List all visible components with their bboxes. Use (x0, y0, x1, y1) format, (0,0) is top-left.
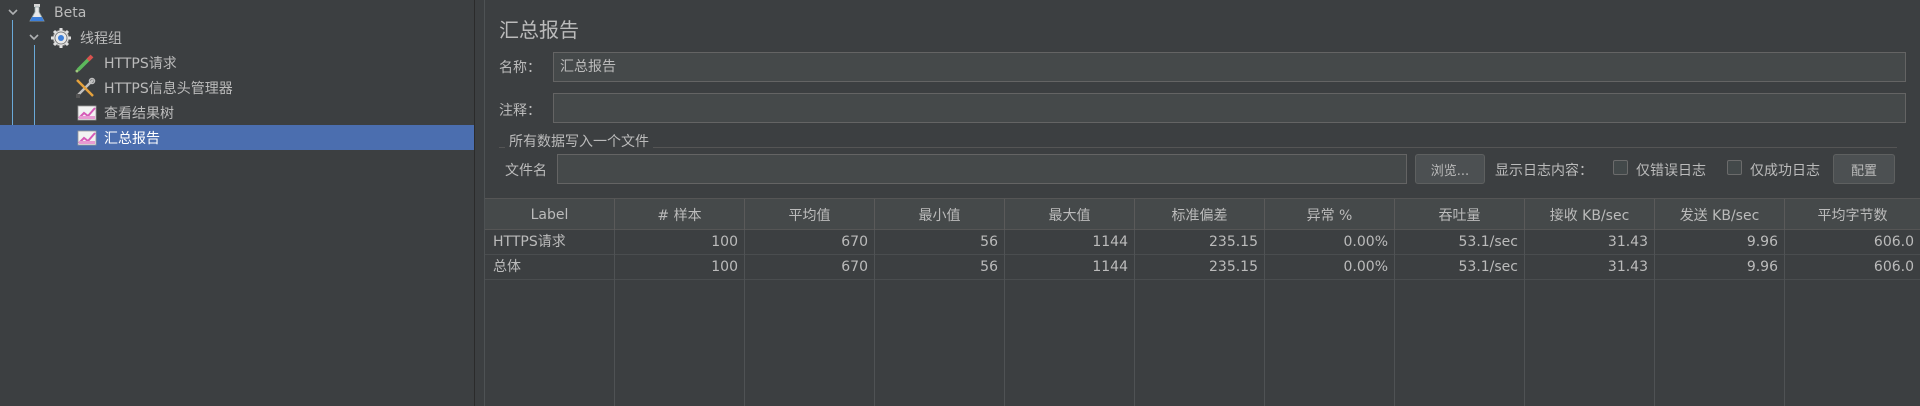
test-plan-tree: Beta 线程组 HTTPS请求 HTTPS信息头管理器 查看结果树 汇总报告 (0, 0, 474, 406)
chart-icon (77, 105, 97, 121)
column-header-std-dev[interactable]: 标准偏差 (1135, 199, 1265, 230)
comment-field[interactable] (553, 93, 1906, 123)
column-divider (614, 230, 615, 406)
column-header-avg-bytes[interactable]: 平均字节数 (1785, 199, 1920, 230)
column-divider (1524, 230, 1525, 406)
tree-node-header-manager[interactable]: HTTPS信息头管理器 (0, 75, 474, 100)
table-cell: 0.00% (1265, 255, 1395, 280)
filename-label: 文件名 (505, 163, 547, 179)
wrench-icon (76, 77, 96, 98)
column-divider (1004, 230, 1005, 406)
table-cell: 31.43 (1525, 230, 1655, 255)
table-cell: HTTPS请求 (485, 230, 615, 255)
column-header-sent[interactable]: 发送 KB/sec (1655, 199, 1785, 230)
success-only-checkbox[interactable] (1727, 160, 1742, 175)
table-cell: 总体 (485, 255, 615, 280)
errors-only-checkbox[interactable] (1613, 160, 1628, 175)
column-header-average[interactable]: 平均值 (745, 199, 875, 230)
group-border (499, 147, 1897, 148)
table-cell: 53.1/sec (1395, 230, 1525, 255)
table-row[interactable]: HTTPS请求 100 670 56 1144 235.15 0.00% 53.… (485, 230, 1920, 255)
errors-only-label: 仅错误日志 (1636, 163, 1706, 179)
column-divider (1264, 230, 1265, 406)
column-header-label[interactable]: Label (485, 199, 615, 230)
column-divider (1134, 230, 1135, 406)
success-only-label: 仅成功日志 (1750, 163, 1820, 179)
column-header-throughput[interactable]: 吞吐量 (1395, 199, 1525, 230)
tree-node-beta[interactable]: Beta (0, 0, 474, 25)
table-cell: 235.15 (1135, 230, 1265, 255)
pipette-icon (75, 54, 94, 73)
tree-node-label: 汇总报告 (104, 130, 160, 147)
table-cell: 100 (615, 255, 745, 280)
chart-icon (77, 130, 97, 146)
tree-node-label: 查看结果树 (104, 105, 174, 122)
column-header-min[interactable]: 最小值 (875, 199, 1005, 230)
summary-report-panel: 汇总报告 名称： 汇总报告 注释： 所有数据写入一个文件 文件名 浏览... 显… (485, 0, 1920, 406)
split-pane-divider[interactable] (474, 0, 475, 406)
log-content-label: 显示日志内容： (1495, 163, 1593, 179)
tree-node-label: 线程组 (80, 30, 122, 47)
summary-table: Label # 样本 平均值 最小值 最大值 标准偏差 异常 % 吞吐量 接收 … (485, 198, 1920, 406)
browse-button[interactable]: 浏览... (1415, 154, 1485, 184)
column-header-samples[interactable]: # 样本 (615, 199, 745, 230)
flask-icon (29, 4, 45, 22)
table-cell: 56 (875, 255, 1005, 280)
table-cell: 670 (745, 230, 875, 255)
table-cell: 606.0 (1873, 234, 1914, 250)
column-divider (1784, 230, 1785, 406)
table-cell: 9.96 (1655, 230, 1785, 255)
table-cell: 31.43 (1525, 255, 1655, 280)
config-button[interactable]: 配置 (1833, 154, 1895, 184)
table-cell: 1144 (1005, 255, 1135, 280)
page-title: 汇总报告 (499, 18, 579, 42)
table-cell: 670 (745, 255, 875, 280)
name-field[interactable]: 汇总报告 (553, 52, 1906, 82)
column-divider (1654, 230, 1655, 406)
chevron-down-icon[interactable] (8, 7, 18, 17)
comment-label: 注释： (499, 103, 541, 119)
table-cell: 53.1/sec (1395, 255, 1525, 280)
tree-node-label: HTTPS信息头管理器 (104, 80, 233, 97)
column-divider (1394, 230, 1395, 406)
table-cell: 235.15 (1135, 255, 1265, 280)
table-cell: 9.96 (1655, 255, 1785, 280)
gear-icon (51, 28, 71, 48)
chevron-down-icon[interactable] (29, 32, 39, 42)
table-cell: 56 (875, 230, 1005, 255)
column-header-error-pct[interactable]: 异常 % (1265, 199, 1395, 230)
tree-node-label: HTTPS请求 (104, 55, 177, 72)
file-group-title: 所有数据写入一个文件 (505, 131, 653, 151)
filename-field[interactable] (557, 154, 1407, 184)
table-cell: 1144 (1005, 230, 1135, 255)
tree-node-thread-group[interactable]: 线程组 (0, 25, 474, 50)
tree-node-label: Beta (54, 4, 87, 21)
table-cell: 100 (615, 230, 745, 255)
table-cell: 606.0 (1873, 259, 1914, 275)
column-divider (874, 230, 875, 406)
name-label: 名称： (499, 60, 541, 76)
table-header: Label # 样本 平均值 最小值 最大值 标准偏差 异常 % 吞吐量 接收 … (485, 198, 1920, 230)
tree-node-view-results-tree[interactable]: 查看结果树 (0, 100, 474, 125)
tree-node-summary-report[interactable]: 汇总报告 (0, 125, 474, 150)
column-header-max[interactable]: 最大值 (1005, 199, 1135, 230)
table-cell: 0.00% (1265, 230, 1395, 255)
table-row[interactable]: 总体 100 670 56 1144 235.15 0.00% 53.1/sec… (485, 255, 1920, 280)
tree-node-https-request[interactable]: HTTPS请求 (0, 50, 474, 75)
column-divider (744, 230, 745, 406)
column-header-received[interactable]: 接收 KB/sec (1525, 199, 1655, 230)
